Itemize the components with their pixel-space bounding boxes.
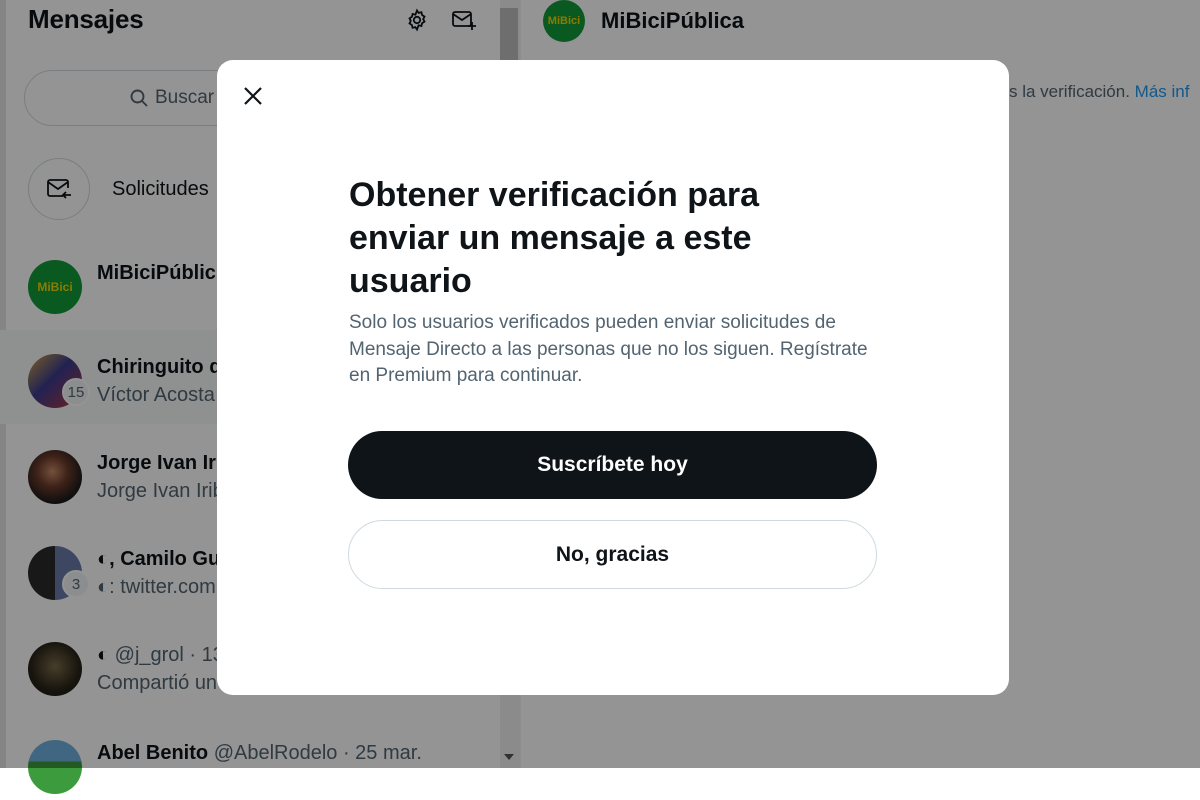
messages-app: Mensajes Buscar Solicitudes MiBici MiBic… (0, 0, 1200, 794)
close-icon (244, 87, 262, 105)
decline-button[interactable]: No, gracias (348, 520, 877, 589)
close-button[interactable] (235, 78, 271, 114)
subscribe-button[interactable]: Suscríbete hoy (348, 431, 877, 499)
verification-dialog: Obtener verificación para enviar un mens… (217, 60, 1009, 695)
dialog-description: Solo los usuarios verificados pueden env… (349, 312, 868, 386)
dialog-title: Obtener verificación para enviar un mens… (349, 176, 760, 300)
